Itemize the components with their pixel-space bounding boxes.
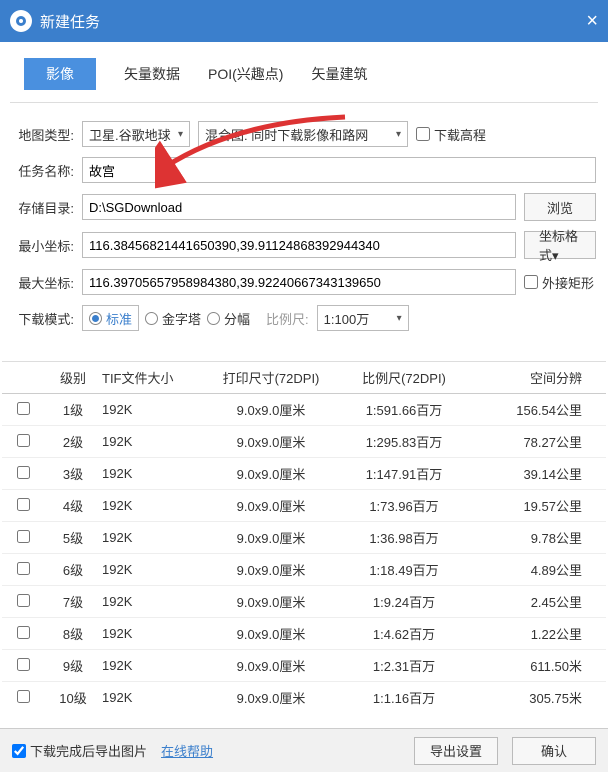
row-check[interactable] bbox=[17, 434, 30, 447]
task-name-input[interactable] bbox=[82, 157, 596, 183]
table-row: 9级192K9.0x9.0厘米1:2.31百万611.50米 bbox=[2, 650, 606, 682]
storage-label: 存储目录: bbox=[12, 198, 74, 217]
table-row: 1级192K9.0x9.0厘米1:591.66百万156.54公里 bbox=[2, 394, 606, 426]
table-header: 级别 TIF文件大小 打印尺寸(72DPI) 比例尺(72DPI) 空间分辨 bbox=[2, 362, 606, 394]
tab-image[interactable]: 影像 bbox=[24, 58, 96, 90]
tab-poi[interactable]: POI(兴趣点) bbox=[208, 64, 283, 84]
row-check[interactable] bbox=[17, 498, 30, 511]
row-check[interactable] bbox=[17, 626, 30, 639]
titlebar: 新建任务 × bbox=[0, 0, 608, 42]
bounding-check[interactable]: 外接矩形 bbox=[524, 273, 596, 292]
hybrid-select[interactable]: 混合图: 同时下载影像和路网▾ bbox=[198, 121, 408, 147]
level-table: 级别 TIF文件大小 打印尺寸(72DPI) 比例尺(72DPI) 空间分辨 1… bbox=[2, 361, 606, 709]
satellite-select[interactable]: 卫星.谷歌地球▾ bbox=[82, 121, 190, 147]
footer: 下载完成后导出图片 在线帮助 导出设置 确认 bbox=[0, 728, 608, 772]
min-coord-label: 最小坐标: bbox=[12, 236, 74, 255]
table-row: 2级192K9.0x9.0厘米1:295.83百万78.27公里 bbox=[2, 426, 606, 458]
window-title: 新建任务 bbox=[40, 11, 100, 32]
storage-input[interactable] bbox=[82, 194, 516, 220]
help-link[interactable]: 在线帮助 bbox=[161, 741, 213, 760]
table-row: 8级192K9.0x9.0厘米1:4.62百万1.22公里 bbox=[2, 618, 606, 650]
row-check[interactable] bbox=[17, 690, 30, 703]
row-check[interactable] bbox=[17, 594, 30, 607]
tabs: 影像 矢量数据 POI(兴趣点) 矢量建筑 bbox=[0, 42, 608, 102]
mode-standard-radio[interactable]: 标准 bbox=[82, 305, 139, 331]
table-row: 6级192K9.0x9.0厘米1:18.49百万4.89公里 bbox=[2, 554, 606, 586]
table-row: 7级192K9.0x9.0厘米1:9.24百万2.45公里 bbox=[2, 586, 606, 618]
row-check[interactable] bbox=[17, 466, 30, 479]
mode-pyramid-radio[interactable]: 金字塔 bbox=[145, 309, 201, 328]
table-row: 10级192K9.0x9.0厘米1:1.16百万305.75米 bbox=[2, 682, 606, 709]
row-check[interactable] bbox=[17, 530, 30, 543]
form: 地图类型: 卫星.谷歌地球▾ 混合图: 同时下载影像和路网▾ 下载高程 任务名称… bbox=[0, 103, 608, 345]
table-row: 4级192K9.0x9.0厘米1:73.96百万19.57公里 bbox=[2, 490, 606, 522]
download-mode-label: 下载模式: bbox=[12, 309, 74, 328]
table-row: 5级192K9.0x9.0厘米1:36.98百万9.78公里 bbox=[2, 522, 606, 554]
export-settings-button[interactable]: 导出设置 bbox=[414, 737, 498, 765]
table-row: 3级192K9.0x9.0厘米1:147.91百万39.14公里 bbox=[2, 458, 606, 490]
row-check[interactable] bbox=[17, 562, 30, 575]
tab-building[interactable]: 矢量建筑 bbox=[311, 64, 367, 84]
app-icon bbox=[10, 10, 32, 32]
close-icon[interactable]: × bbox=[586, 10, 598, 33]
coord-format-button[interactable]: 坐标格式▾ bbox=[524, 231, 596, 259]
max-coord-label: 最大坐标: bbox=[12, 273, 74, 292]
map-type-label: 地图类型: bbox=[12, 125, 74, 144]
tab-vector[interactable]: 矢量数据 bbox=[124, 64, 180, 84]
ratio-label: 比例尺: bbox=[266, 309, 309, 328]
export-after-check[interactable]: 下载完成后导出图片 bbox=[12, 741, 147, 760]
task-name-label: 任务名称: bbox=[12, 161, 74, 180]
browse-button[interactable]: 浏览 bbox=[524, 193, 596, 221]
ok-button[interactable]: 确认 bbox=[512, 737, 596, 765]
mode-tile-radio[interactable]: 分幅 bbox=[207, 309, 250, 328]
row-check[interactable] bbox=[17, 402, 30, 415]
max-coord-input[interactable] bbox=[82, 269, 516, 295]
min-coord-input[interactable] bbox=[82, 232, 516, 258]
ratio-select[interactable]: 1:100万▾ bbox=[317, 305, 409, 331]
row-check[interactable] bbox=[17, 658, 30, 671]
download-elevation-check[interactable]: 下载高程 bbox=[416, 125, 486, 144]
